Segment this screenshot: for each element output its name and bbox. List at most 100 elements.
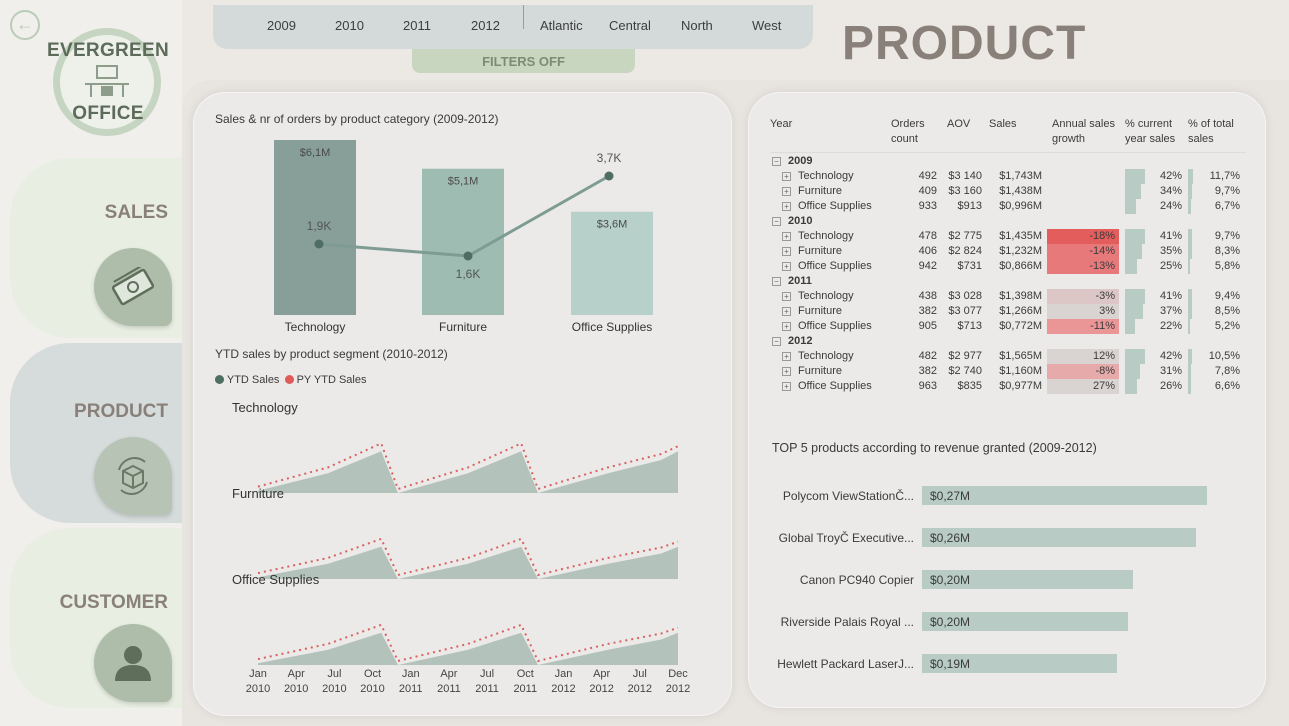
desk-icon [85, 65, 129, 97]
aov-cell: $3 160 [948, 185, 982, 197]
filter-region-atlantic[interactable]: Atlantic [540, 18, 583, 33]
ytd-area-charts: Technology Furniture Office Supplies Jan 201… [232, 400, 690, 695]
person-icon[interactable] [94, 624, 172, 702]
total-share-cell: 9,7% [1214, 185, 1240, 197]
total-share-bar [1188, 304, 1192, 319]
current-year-share-bar [1125, 364, 1140, 379]
col-header-year[interactable]: Year [770, 117, 830, 132]
col-header-orders[interactable]: Orders count [891, 117, 941, 147]
aov-cell: $2 775 [948, 230, 982, 242]
expand-icon[interactable]: + [782, 292, 791, 301]
table-year-row[interactable]: −2012 [770, 334, 1250, 349]
col-header-current-year[interactable]: % current year sales [1125, 117, 1185, 147]
money-icon[interactable] [94, 248, 172, 326]
expand-icon[interactable]: + [782, 247, 791, 256]
col-header-total[interactable]: % of total sales [1188, 117, 1248, 147]
current-year-share-cell: 42% [1159, 350, 1182, 362]
expand-icon[interactable]: + [782, 367, 791, 376]
collapse-icon[interactable]: − [772, 217, 781, 226]
total-share-bar [1188, 364, 1192, 379]
collapse-icon[interactable]: − [772, 337, 781, 346]
year-label: 2011 [788, 275, 812, 287]
orders-cell: 905 [918, 320, 937, 332]
table-row[interactable]: + Office Supplies 933 $913 $0,996M 24% 6,7% [770, 199, 1250, 214]
x-axis-year-label: 2010 [322, 683, 346, 695]
col-header-sales[interactable]: Sales [989, 117, 1029, 132]
filter-year-2011[interactable]: 2011 [403, 18, 431, 33]
expand-icon[interactable]: + [782, 262, 791, 271]
filter-region-west[interactable]: West [752, 18, 781, 33]
table-row[interactable]: + Furniture 382 $2 740 $1,160M -8% 31% 7,8% [770, 364, 1250, 379]
back-arrow-icon[interactable]: ← [10, 10, 40, 40]
filter-year-2009[interactable]: 2009 [267, 18, 296, 33]
filter-year-2010[interactable]: 2010 [335, 18, 364, 33]
expand-icon[interactable]: + [782, 307, 791, 316]
aov-cell: $835 [957, 380, 982, 392]
sales-cell: $0,977M [999, 380, 1042, 392]
nav-sales[interactable]: SALES [10, 158, 182, 338]
col-header-aov[interactable]: AOV [947, 117, 987, 132]
table-row[interactable]: + Technology 438 $3 028 $1,398M -3% 41% 9,4% [770, 289, 1250, 304]
table-row[interactable]: + Technology 478 $2 775 $1,435M -18% 41% 9,7% [770, 229, 1250, 244]
filter-region-north[interactable]: North [681, 18, 713, 33]
expand-icon[interactable]: + [782, 352, 791, 361]
growth-cell: 12% [1047, 349, 1119, 364]
table-row[interactable]: + Furniture 406 $2 824 $1,232M -14% 35% 8,3% [770, 244, 1250, 259]
expand-icon[interactable]: + [782, 172, 791, 181]
table-row[interactable]: + Technology 482 $2 977 $1,565M 12% 42% 10,5% [770, 349, 1250, 364]
nav-product[interactable]: PRODUCT [10, 343, 182, 523]
orders-point[interactable] [604, 171, 614, 181]
total-share-cell: 10,5% [1208, 350, 1240, 362]
orders-point[interactable] [314, 239, 324, 249]
current-year-share-bar [1125, 379, 1138, 394]
table-row[interactable]: + Furniture 382 $3 077 $1,266M 3% 37% 8,5% [770, 304, 1250, 319]
x-axis-year-label: 2012 [666, 683, 690, 695]
table-year-row[interactable]: −2009 [770, 154, 1250, 169]
collapse-icon[interactable]: − [772, 157, 781, 166]
filters-off-button[interactable]: FILTERS OFF [412, 49, 635, 73]
orders-cell: 406 [918, 245, 937, 257]
expand-icon[interactable]: + [782, 202, 791, 211]
table-row[interactable]: + Technology 492 $3 140 $1,743M 42% 11,7% [770, 169, 1250, 184]
category-cell: Office Supplies [798, 260, 872, 272]
current-year-share-cell: 34% [1159, 185, 1182, 197]
category-axis-label: Office Supplies [572, 320, 653, 334]
table-row[interactable]: + Office Supplies 942 $731 $0,866M -13% 25% 5,8… [770, 259, 1250, 274]
expand-icon[interactable]: + [782, 232, 791, 241]
expand-icon[interactable]: + [782, 187, 791, 196]
current-year-share-cell: 41% [1159, 290, 1182, 302]
table-header-divider [770, 152, 1246, 153]
orders-point[interactable] [463, 251, 473, 261]
table-row[interactable]: + Furniture 409 $3 160 $1,438M 34% 9,7% [770, 184, 1250, 199]
table-year-row[interactable]: −2010 [770, 214, 1250, 229]
nav-customer[interactable]: CUSTOMER [10, 528, 182, 708]
table-row[interactable]: + Office Supplies 905 $713 $0,772M -11% 22% 5,2… [770, 319, 1250, 334]
current-year-share-cell: 41% [1159, 230, 1182, 242]
sales-bar-label: $3,6M [597, 219, 628, 231]
expand-icon[interactable]: + [782, 382, 791, 391]
x-axis-month-label: Apr [440, 668, 457, 680]
product-box-icon[interactable] [94, 437, 172, 515]
total-share-bar [1188, 184, 1193, 199]
x-axis-month-label: Jan [555, 668, 573, 680]
logo-line-1: EVERGREEN [47, 40, 170, 61]
total-share-bar [1188, 259, 1191, 274]
x-axis-year-label: 2011 [475, 683, 499, 695]
filter-region-central[interactable]: Central [609, 18, 651, 33]
table-row[interactable]: + Office Supplies 963 $835 $0,977M 27% 26% 6,6% [770, 379, 1250, 394]
current-year-share-cell: 25% [1159, 260, 1182, 272]
sales-cell: $1,743M [999, 170, 1042, 182]
expand-icon[interactable]: + [782, 322, 791, 331]
aov-cell: $2 824 [948, 245, 982, 257]
category-axis-label: Furniture [439, 320, 487, 334]
x-axis-year-label: 2011 [437, 683, 461, 695]
filter-year-2012[interactable]: 2012 [471, 18, 500, 33]
sales-cell: $1,398M [999, 290, 1042, 302]
table-year-row[interactable]: −2011 [770, 274, 1250, 289]
col-header-growth[interactable]: Annual sales growth [1052, 117, 1122, 147]
top5-value-label: $0,19M [930, 657, 971, 671]
total-share-cell: 9,4% [1214, 290, 1240, 302]
x-axis-month-label: Jul [633, 668, 647, 680]
collapse-icon[interactable]: − [772, 277, 781, 286]
year-label: 2009 [788, 155, 813, 167]
